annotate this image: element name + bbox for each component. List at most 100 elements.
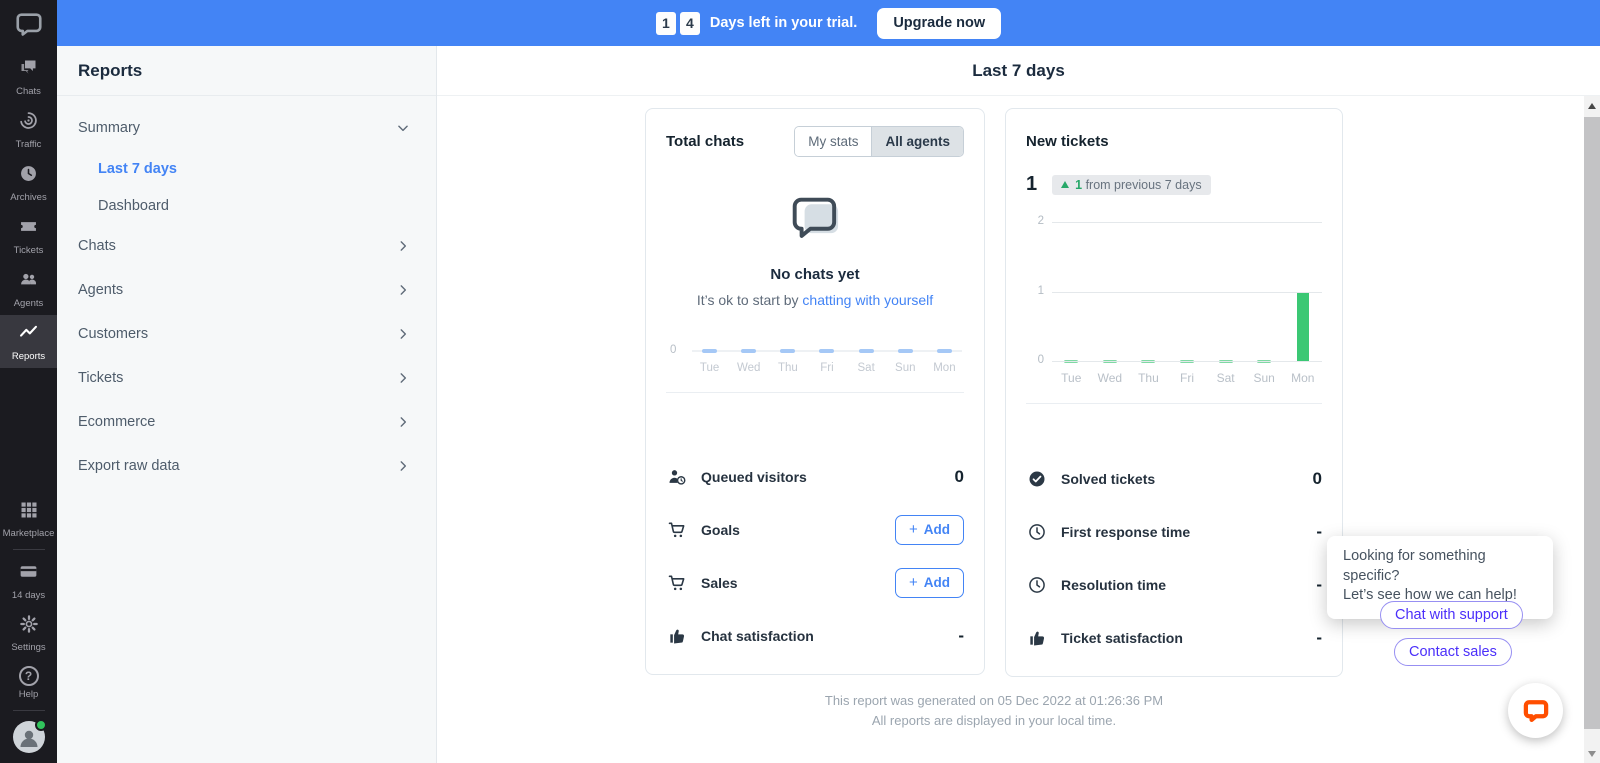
chart-column: Tue: [690, 341, 729, 374]
tickets-icon: [18, 216, 39, 242]
queued-visitors-icon: [666, 467, 688, 487]
sidebar-item-customers[interactable]: Customers: [57, 312, 436, 356]
chart-bar: [1297, 292, 1309, 362]
chart-day-label: Fri: [820, 362, 833, 374]
add-sales-button[interactable]: + Add: [895, 568, 964, 598]
stat-row-ticket-satisfaction: Ticket satisfaction -: [1026, 611, 1322, 664]
card-divider: [666, 392, 964, 393]
sidebar-title: Reports: [78, 61, 142, 81]
scrollbar: [1584, 96, 1600, 763]
chart-plot-area: TueWedThuFriSatSunMon: [690, 341, 964, 374]
trend-up-icon: [1061, 181, 1069, 188]
sidebar-item-label: Tickets: [78, 370, 123, 386]
rail-item-agents[interactable]: Agents: [0, 262, 57, 315]
page-title: Last 7 days: [972, 61, 1065, 81]
rail-item-settings[interactable]: Settings: [0, 607, 57, 659]
rail-item-tickets[interactable]: Tickets: [0, 209, 57, 262]
trial-message: Days left in your trial.: [710, 15, 857, 31]
chart-zero-dash: [780, 349, 795, 353]
rail-item-label: Settings: [11, 642, 45, 653]
scrollbar-down-arrow-icon[interactable]: [1588, 751, 1596, 757]
chart-day-label: Sun: [895, 362, 915, 374]
trial-digit: 1: [656, 12, 676, 35]
chart-y-tick: 1: [1026, 285, 1044, 297]
upgrade-now-button[interactable]: Upgrade now: [877, 8, 1001, 39]
chart-zero-dash: [819, 349, 834, 353]
rail-item-reports[interactable]: Reports: [0, 315, 57, 368]
stat-label: Chat satisfaction: [701, 628, 945, 644]
contact-sales-button[interactable]: Contact sales: [1394, 638, 1512, 666]
rail-divider: [13, 710, 45, 711]
sidebar-item-label: Agents: [78, 282, 123, 298]
stat-row-queued-visitors: Queued visitors 0: [666, 450, 964, 503]
rail-item-marketplace[interactable]: Marketplace: [0, 493, 57, 545]
rail-item-traffic[interactable]: Traffic: [0, 103, 57, 156]
empty-state-title: No chats yet: [666, 266, 964, 283]
stat-row-first-response-time: First response time -: [1026, 505, 1322, 558]
sidebar-item-tickets[interactable]: Tickets: [57, 356, 436, 400]
scrollbar-thumb[interactable]: [1584, 117, 1600, 729]
chat-widget-button[interactable]: [1508, 683, 1563, 738]
check-circle-icon: [1026, 469, 1048, 489]
stat-row-sales: Sales + Add: [666, 556, 964, 609]
chat-with-yourself-link[interactable]: chatting with yourself: [802, 292, 933, 308]
rail-item-help[interactable]: ? Help: [0, 659, 57, 706]
online-status-dot: [35, 719, 47, 731]
add-button-label: Add: [924, 575, 950, 590]
sidebar-menu: Summary Last 7 days Dashboard Chats Agen…: [57, 96, 436, 488]
stat-label: Resolution time: [1061, 577, 1303, 593]
toggle-my-stats[interactable]: My stats: [795, 127, 871, 156]
sidebar-item-export-raw-data[interactable]: Export raw data: [57, 444, 436, 488]
scrollbar-up-arrow-icon[interactable]: [1588, 103, 1596, 109]
report-generated-text: This report was generated on 05 Dec 2022…: [645, 691, 1343, 711]
total-chats-stats: Queued visitors 0 Goals + Add: [666, 450, 964, 662]
rail-item-chats[interactable]: Chats: [0, 50, 57, 103]
chart-day-label: Wed: [1091, 371, 1130, 385]
marketplace-icon: [19, 500, 39, 525]
stat-label: First response time: [1061, 524, 1303, 540]
sidebar-item-last-7-days[interactable]: Last 7 days: [57, 150, 436, 187]
sidebar-item-label: Summary: [78, 120, 140, 136]
sidebar-item-label: Ecommerce: [78, 414, 155, 430]
rail-item-label: Marketplace: [3, 528, 55, 539]
new-tickets-card-header: New tickets: [1026, 125, 1322, 157]
total-chats-chart: 0 TueWedThuFriSatSunMon: [666, 341, 964, 374]
clock-icon: [1026, 575, 1048, 595]
add-goals-button[interactable]: + Add: [895, 515, 964, 545]
cart-icon: [666, 520, 688, 540]
sidebar-item-agents[interactable]: Agents: [57, 268, 436, 312]
sidebar-item-summary[interactable]: Summary: [57, 106, 436, 150]
rail-item-label: Agents: [14, 298, 44, 309]
rail-item-trial-days[interactable]: 14 days: [0, 554, 57, 607]
chart-day-label: Sat: [1206, 371, 1245, 385]
new-tickets-metric: 1 1 from previous 7 days: [1026, 173, 1322, 196]
chevron-right-icon: [396, 239, 410, 253]
livechat-logo-icon[interactable]: [14, 9, 44, 44]
sidebar-item-ecommerce[interactable]: Ecommerce: [57, 400, 436, 444]
chart-gridline: [1052, 361, 1322, 362]
chart-zero-dash: [741, 349, 756, 353]
sidebar-item-label: Chats: [78, 238, 116, 254]
chevron-right-icon: [396, 415, 410, 429]
sidebar-item-dashboard[interactable]: Dashboard: [57, 187, 436, 224]
rail-item-label: Traffic: [16, 139, 42, 150]
avatar[interactable]: [13, 721, 45, 753]
clock-icon: [1026, 522, 1048, 542]
chat-with-support-button[interactable]: Chat with support: [1380, 601, 1523, 629]
chart-zero-dash: [937, 349, 952, 353]
new-tickets-stats: Solved tickets 0 First response time - R…: [1026, 452, 1322, 664]
chart-gridline: [1052, 292, 1322, 293]
card-title: Total chats: [666, 133, 744, 150]
rail-item-label: Tickets: [14, 245, 44, 256]
rail-item-archives[interactable]: Archives: [0, 156, 57, 209]
total-chats-card: Total chats My stats All agents No chats…: [645, 108, 985, 675]
plus-icon: +: [909, 521, 918, 538]
report-timezone-text: All reports are displayed in your local …: [645, 711, 1343, 731]
stats-toggle: My stats All agents: [794, 126, 964, 157]
trial-days-counter: 1 4: [656, 12, 700, 35]
chevron-right-icon: [396, 327, 410, 341]
sidebar-item-chats[interactable]: Chats: [57, 224, 436, 268]
plus-icon: +: [909, 574, 918, 591]
chart-y-tick: 0: [670, 344, 676, 356]
toggle-all-agents[interactable]: All agents: [871, 127, 963, 156]
